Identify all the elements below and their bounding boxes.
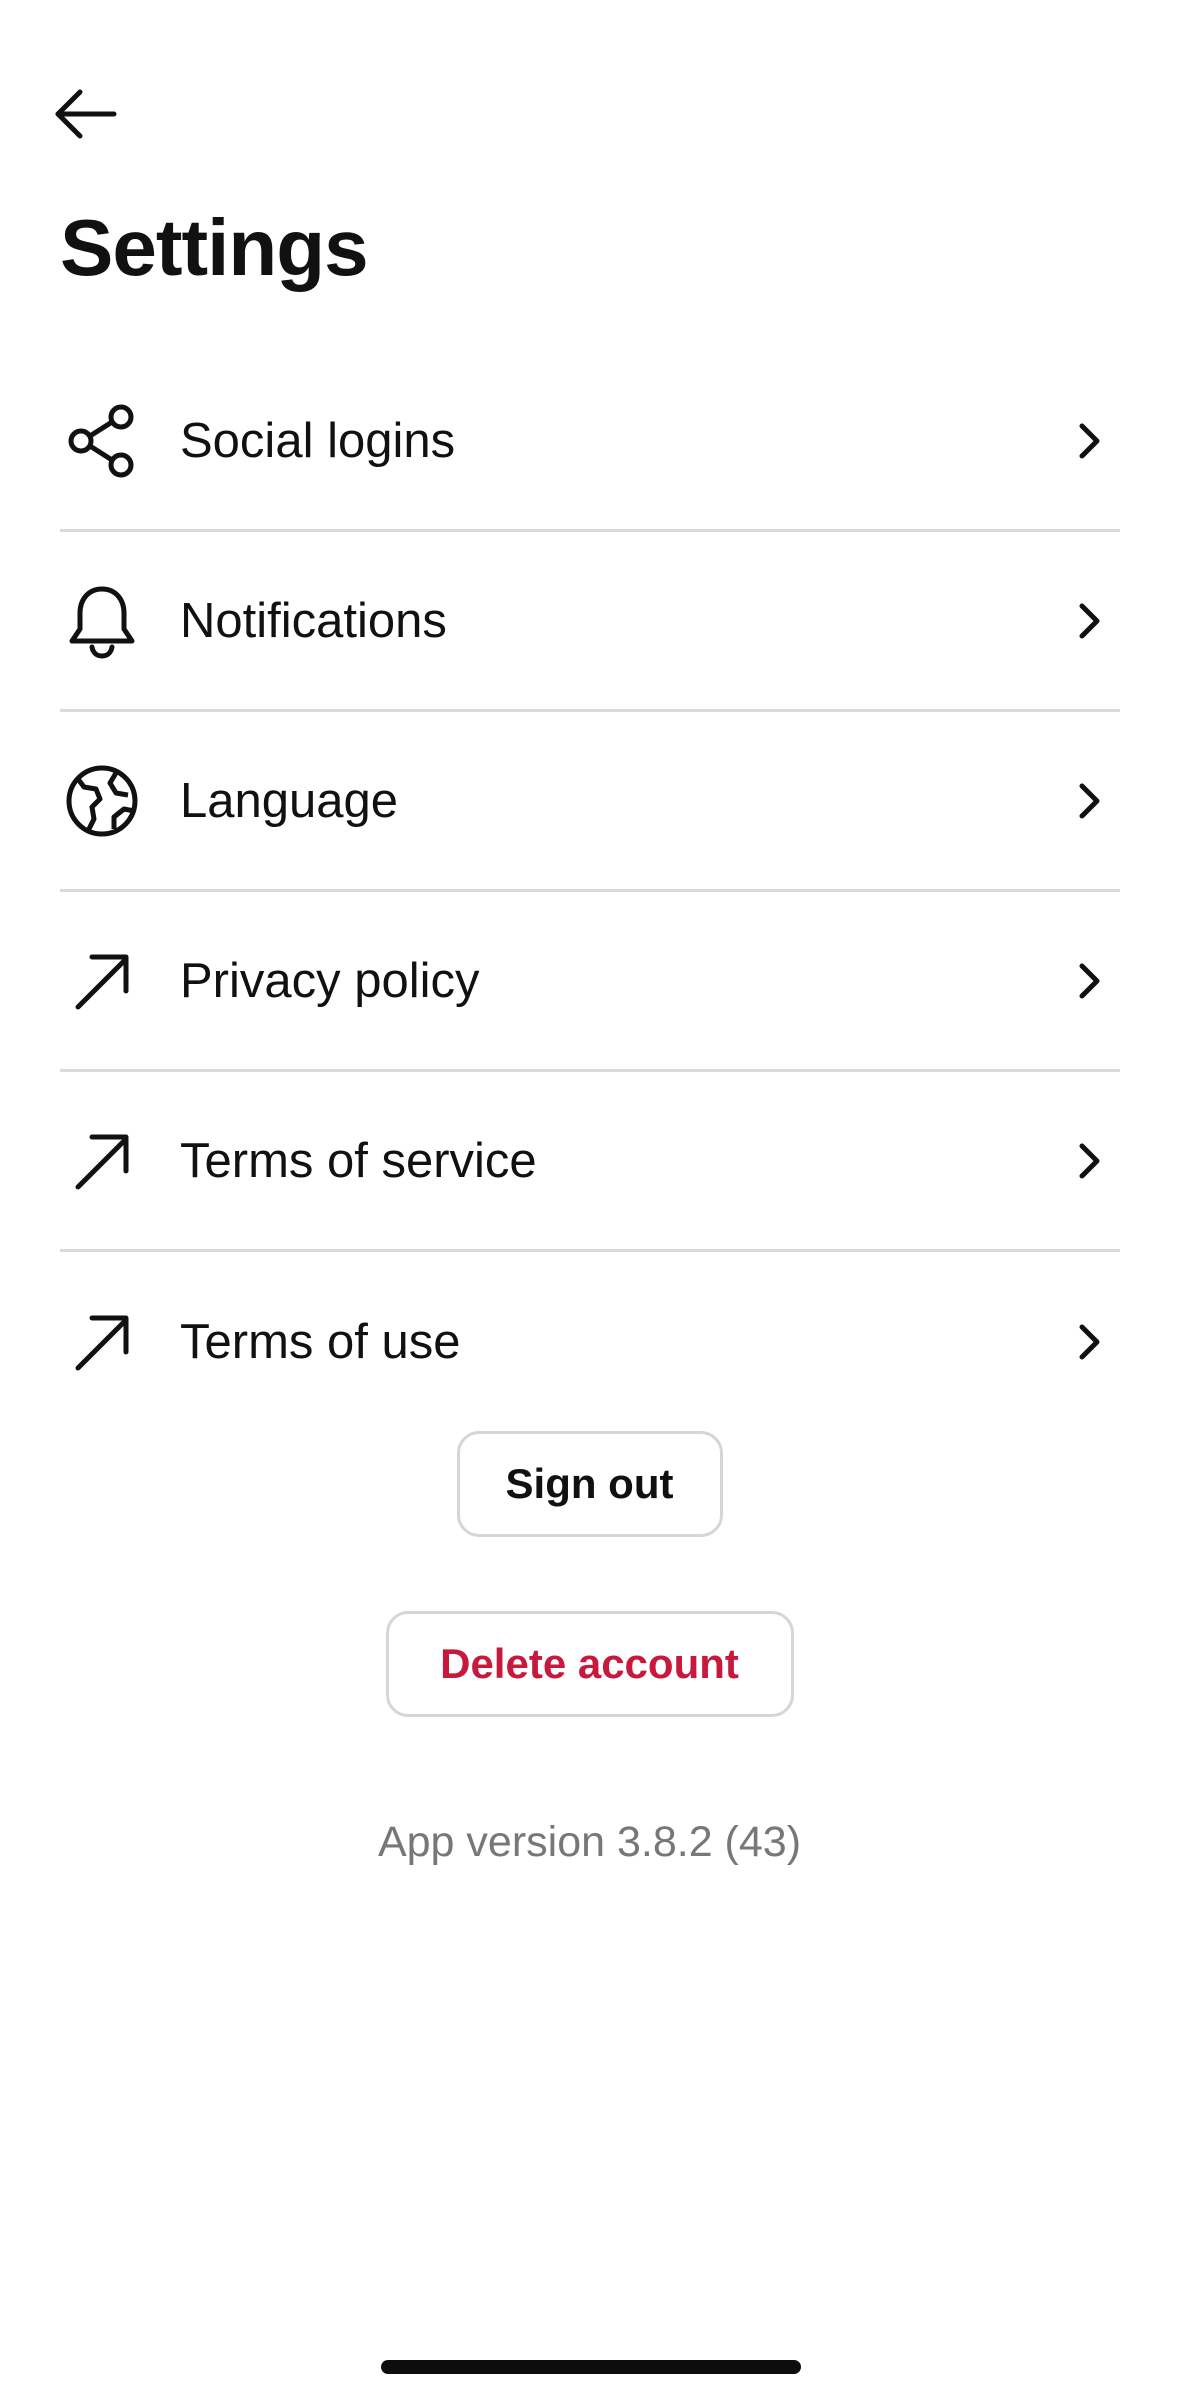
chevron-right-icon [1066, 958, 1112, 1004]
chevron-right-icon [1066, 1138, 1112, 1184]
menu-item-language[interactable]: Language [60, 712, 1120, 892]
external-link-arrow-icon [62, 941, 142, 1021]
chevron-right-icon [1066, 598, 1112, 644]
menu-item-label: Social logins [180, 413, 456, 468]
settings-screen: Settings Social logins Notifications Lan… [0, 0, 1179, 2396]
chevron-right-icon [1066, 418, 1112, 464]
delete-account-button[interactable]: Delete account [385, 1611, 794, 1717]
menu-item-label: Notifications [180, 593, 447, 648]
menu-item-terms-of-service[interactable]: Terms of service [60, 1072, 1120, 1252]
bell-icon [62, 581, 142, 661]
share-icon [62, 401, 142, 481]
sign-out-button[interactable]: Sign out [456, 1431, 723, 1537]
back-button[interactable] [52, 76, 142, 152]
external-link-arrow-icon [62, 1302, 142, 1382]
menu-item-privacy-policy[interactable]: Privacy policy [60, 892, 1120, 1072]
chevron-right-icon [1066, 778, 1112, 824]
chevron-right-icon [1066, 1319, 1112, 1365]
menu-item-label: Privacy policy [180, 953, 480, 1008]
menu-item-notifications[interactable]: Notifications [60, 532, 1120, 712]
menu-item-social-logins[interactable]: Social logins [60, 352, 1120, 532]
external-link-arrow-icon [62, 1121, 142, 1201]
menu-item-label: Language [180, 773, 399, 828]
menu-item-terms-of-use[interactable]: Terms of use [60, 1252, 1120, 1432]
menu-item-label: Terms of use [180, 1315, 461, 1369]
settings-menu: Social logins Notifications Language Pri… [60, 352, 1120, 1432]
home-indicator[interactable] [381, 2360, 801, 2374]
menu-item-label: Terms of service [180, 1133, 537, 1188]
page-title: Settings [60, 203, 369, 292]
globe-icon [62, 761, 142, 841]
arrow-left-icon [55, 89, 117, 139]
app-version-text: App version 3.8.2 (43) [377, 1818, 802, 1866]
